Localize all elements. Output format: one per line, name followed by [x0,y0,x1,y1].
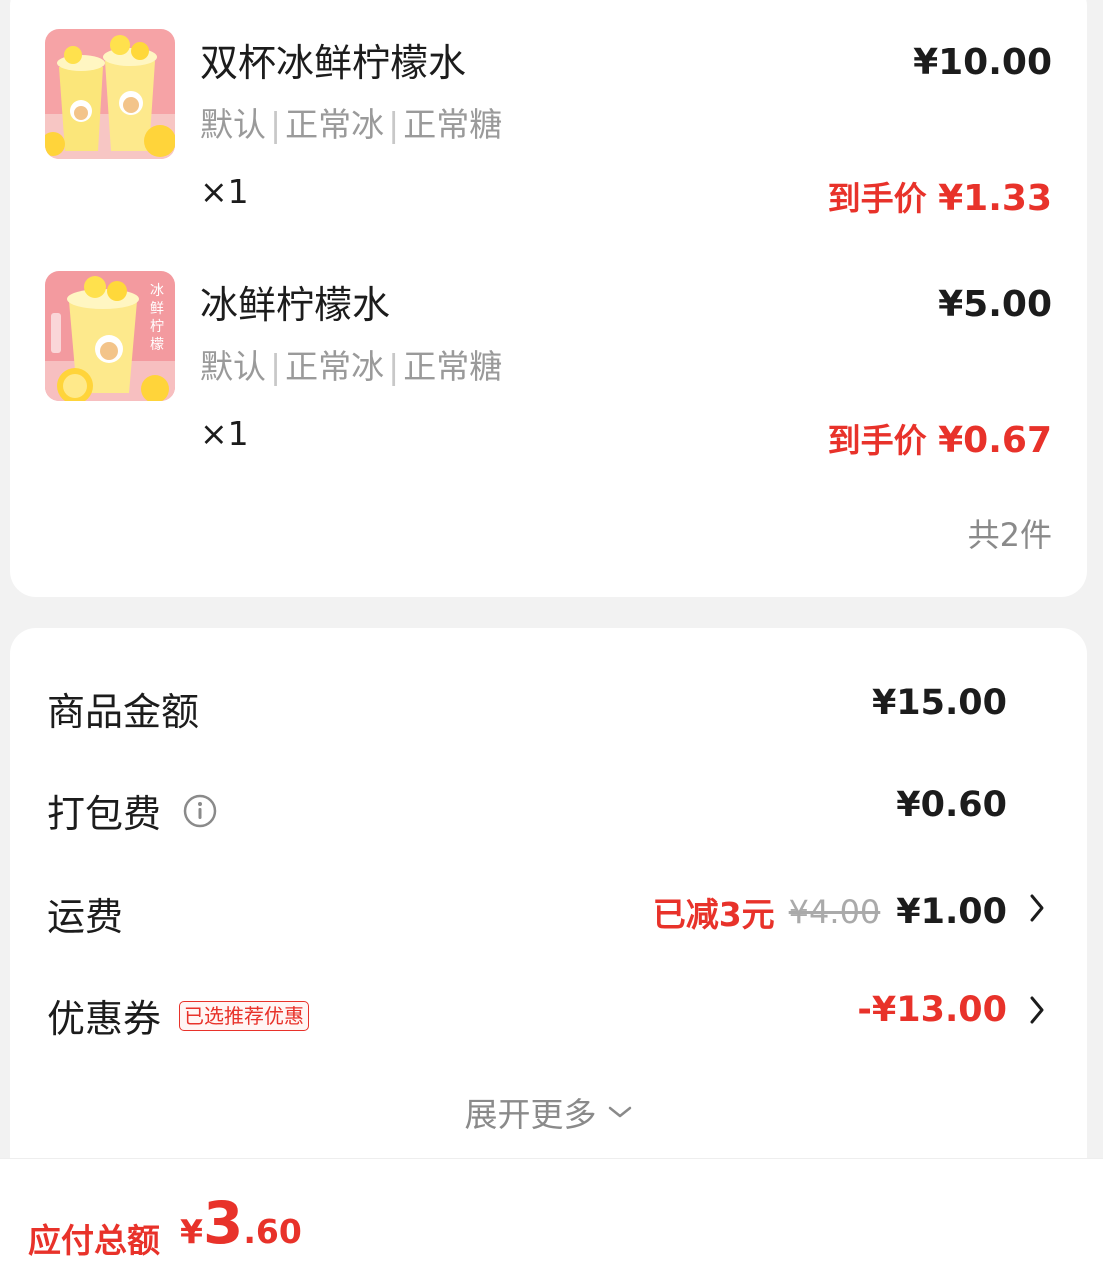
final-price-value: ¥0.67 [938,420,1052,461]
item-name: 双杯冰鲜柠檬水 [200,41,467,85]
image-caption-4: 檬 [150,337,164,353]
total-payable-label: 应付总额 [28,1221,160,1260]
amount-integer: 3 [202,1189,244,1257]
currency-symbol: ¥ [180,1212,203,1251]
packing-fee-value: ¥0.60 [896,785,1007,825]
item-specs: 默认 | 正常冰 | 正常糖 [200,105,503,144]
item-price: ¥10.00 [913,42,1052,83]
goods-amount-label: 商品金额 [47,690,200,734]
spec-sugar: 正常糖 [403,105,503,144]
expand-more-button[interactable]: 展开更多 [10,1088,1087,1136]
item-final-price: 到手价 ¥1.33 [828,172,1052,220]
coupon-label: 优惠券 [47,997,162,1041]
product-image-lemonade[interactable]: 冰 鲜 柠 檬 [45,271,175,401]
final-price-label: 到手价 [827,179,927,218]
item-quantity: ×1 [200,414,249,453]
lemonade-cups-image [45,29,175,159]
recommended-coupon-badge: 已选推荐优惠 [179,1000,310,1031]
payment-bottom-bar: 应付总额 ¥3.60 [0,1158,1103,1280]
final-price-label: 到手价 [827,421,927,460]
item-quantity: ×1 [200,172,249,211]
image-caption-2: 鲜 [150,301,164,317]
order-items-card: 双杯冰鲜柠檬水 默认 | 正常冰 | 正常糖 ×1 ¥10.00 到手价 ¥1.33 冰… [10,0,1087,597]
fee-summary-card: 商品金额 ¥15.00 打包费 ¥0.60 运费 已减3元 ¥4.00 ¥1.0… [10,628,1087,1248]
spec-size: 默认 [200,105,266,144]
delivery-fee-row[interactable]: 已减3元 ¥4.00 ¥1.00 [653,888,1007,936]
spec-sugar: 正常糖 [403,347,503,386]
total-item-count: 共2件 [967,516,1052,554]
item-price: ¥5.00 [938,284,1052,325]
delivery-fee-label: 运费 [47,895,124,939]
item-specs: 默认 | 正常冰 | 正常糖 [200,347,503,386]
coupon-row-label: 优惠券 已选推荐优惠 [47,988,310,1043]
image-caption-1: 冰 [150,283,164,299]
amount-decimal: .60 [243,1212,302,1251]
product-image-double-lemonade[interactable] [45,29,175,159]
item-final-price: 到手价 ¥0.67 [828,414,1052,462]
spec-size: 默认 [200,347,266,386]
goods-amount-value: ¥15.00 [871,683,1007,723]
final-price-value: ¥1.33 [938,178,1052,219]
lemonade-cup-image: 冰 鲜 柠 檬 [45,271,175,401]
packing-fee-row-label: 打包费 [47,783,217,838]
delivery-original-price: ¥4.00 [788,893,881,931]
spec-ice: 正常冰 [285,347,385,386]
total-payable-amount: ¥3.60 [180,1189,302,1257]
expand-more-label: 展开更多 [464,1095,597,1134]
image-caption-3: 柠 [150,319,164,335]
item-name: 冰鲜柠檬水 [200,283,391,327]
chevron-right-icon[interactable] [1027,890,1047,926]
delivery-fee-value: ¥1.00 [896,892,1007,932]
spec-ice: 正常冰 [285,105,385,144]
delivery-discount: 已减3元 [652,895,775,934]
chevron-down-icon [608,1106,631,1118]
packing-fee-label: 打包费 [47,792,162,836]
coupon-value[interactable]: -¥13.00 [857,990,1007,1030]
info-icon[interactable] [183,794,217,828]
chevron-right-icon[interactable] [1027,992,1047,1028]
